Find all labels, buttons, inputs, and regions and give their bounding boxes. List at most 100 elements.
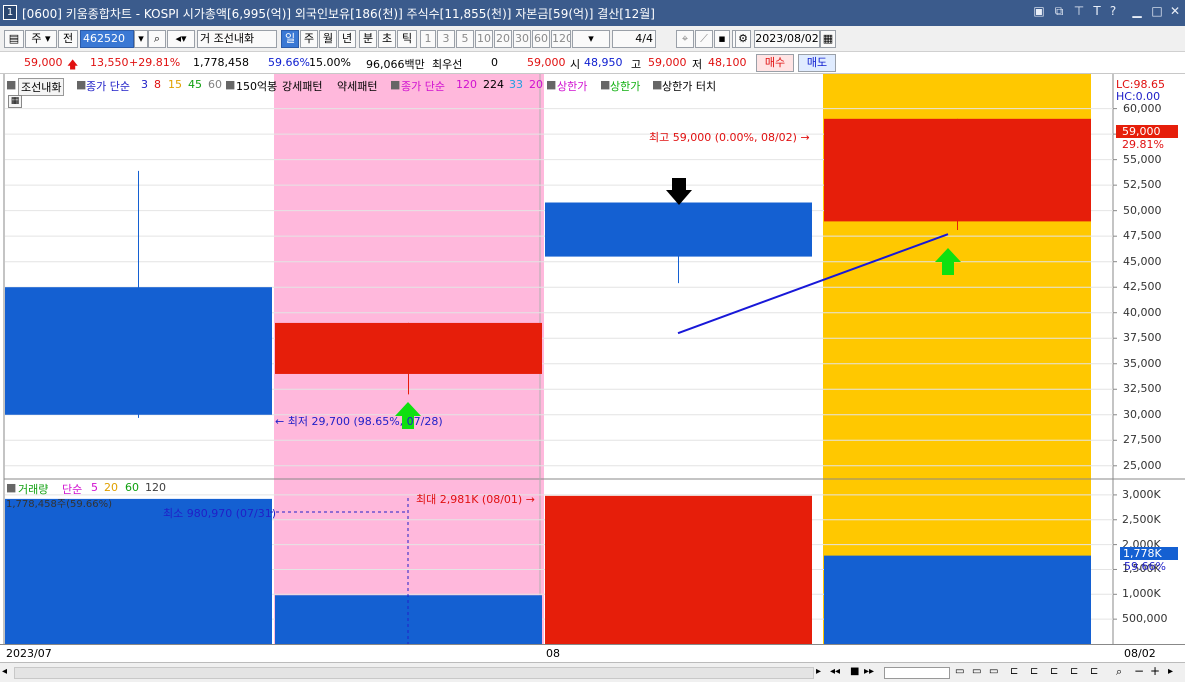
restore-icon[interactable]: □	[1150, 4, 1164, 20]
period-year[interactable]: 년	[338, 30, 356, 48]
quote-ratio2: 15.00%	[309, 56, 351, 69]
help-icon[interactable]: ?	[1106, 4, 1120, 20]
low-annotation: ← 최저 29,700 (98.65%, 07/28)	[275, 415, 443, 428]
minimize-icon[interactable]: ▁	[1130, 4, 1144, 20]
layout3-icon[interactable]: ▭	[989, 666, 998, 677]
chart-canvas[interactable]	[0, 74, 1185, 682]
horizontal-scrollbar[interactable]	[14, 667, 814, 679]
close-icon[interactable]: ✕	[1168, 4, 1182, 20]
window-icon[interactable]: ▣	[1032, 4, 1046, 20]
page-total: /4	[642, 32, 653, 45]
period-day[interactable]: 일	[281, 30, 299, 48]
sell-button[interactable]: 매도	[798, 54, 836, 72]
candle-body[interactable]	[545, 202, 812, 257]
settings-icon[interactable]: ⚙	[735, 30, 751, 48]
volume-legend: ■ 거래량 단순 5 20 60 120	[6, 481, 206, 496]
zoom-out-icon[interactable]: −	[1134, 664, 1144, 678]
legend-ma2-33: 33	[509, 78, 523, 91]
interval-120[interactable]: 120	[551, 30, 571, 48]
legend-ma2-20: 20	[529, 78, 543, 91]
stock-name: 조선내화	[213, 32, 255, 45]
period-week[interactable]: 주	[300, 30, 318, 48]
quote-current: 59,000	[527, 56, 566, 69]
high-annotation: 최고 59,000 (0.00%, 08/02) →	[649, 131, 810, 144]
volume-bar[interactable]	[824, 555, 1091, 644]
zoom-slider[interactable]	[884, 667, 950, 679]
menu-icon[interactable]: ▤	[4, 30, 24, 48]
legend-bullet-icon: ■	[6, 481, 17, 494]
type-select[interactable]: 주 ▾	[25, 30, 57, 48]
search-icon[interactable]: ⌕	[148, 30, 166, 48]
legend-stock-name[interactable]: 조선내화	[18, 78, 65, 96]
buy-button[interactable]: 매수	[756, 54, 794, 72]
price-tick-label: 50,000	[1123, 203, 1162, 217]
legend-ma2-label[interactable]: 종가 단순	[401, 78, 445, 94]
legend-bullet-icon: ■	[546, 78, 557, 91]
font-icon[interactable]: T	[1090, 4, 1104, 20]
title-bar: 1 [0600] 키움종합차트 - KOSPI 시가총액[6,995(억)] 외…	[0, 0, 1185, 26]
volume-ma-20: 20	[104, 481, 118, 494]
grid-toggle-icon[interactable]: ▦	[8, 95, 22, 108]
zoom-in-icon[interactable]: +	[1150, 664, 1160, 678]
price-tick-label: 52,500	[1123, 178, 1162, 192]
forward-icon[interactable]: ▸▸	[864, 666, 874, 677]
legend-ma-label[interactable]: 종가 단순	[86, 78, 130, 94]
period-month[interactable]: 월	[319, 30, 337, 48]
zoom-search-icon[interactable]: ⌕	[1116, 665, 1122, 679]
price-tick-label: 47,500	[1123, 229, 1162, 243]
layout1-icon[interactable]: ▭	[955, 666, 964, 677]
price-tick-label: 45,000	[1123, 254, 1162, 268]
period-second[interactable]: 초	[378, 30, 396, 48]
rewind-icon[interactable]: ◂◂	[830, 666, 840, 677]
tool3-icon[interactable]: ⊏	[1050, 666, 1058, 677]
code-dropdown-icon[interactable]: ▾	[134, 30, 148, 48]
layout2-icon[interactable]: ▭	[972, 666, 981, 677]
candle-body[interactable]	[5, 287, 272, 415]
interval-3[interactable]: 3	[437, 30, 455, 48]
volume-tick-label: 3,000K	[1122, 487, 1161, 501]
crosshair-icon[interactable]: ⌖	[676, 30, 694, 48]
layout-icon[interactable]: ⧉	[1052, 4, 1066, 20]
price-tick-label: 42,500	[1123, 280, 1162, 294]
play-icon[interactable]: ▸	[816, 666, 821, 677]
window-title: [0600] 키움종합차트 - KOSPI 시가총액[6,995(억)] 외국인…	[22, 7, 655, 21]
scroll-left-icon[interactable]: ◂	[2, 666, 14, 680]
volume-bar[interactable]	[545, 495, 812, 644]
tool4-icon[interactable]: ⊏	[1070, 666, 1078, 677]
code-input[interactable]: 462520	[80, 30, 134, 48]
tool1-icon[interactable]: ⊏	[1010, 666, 1018, 677]
stop-icon[interactable]: ■	[850, 666, 859, 677]
interval-1[interactable]: 1	[420, 30, 436, 48]
volume-tick-label: 1,000K	[1122, 587, 1161, 601]
bottom-bar: ◂ ▸ ◂◂ ■ ▸▸ ▭ ▭ ▭ ⊏ ⊏ ⊏ ⊏ ⊏ ⌕ − + ▸	[0, 662, 1185, 682]
tool2-icon[interactable]: ⊏	[1030, 666, 1038, 677]
quote-vol-ratio: 59.66%	[268, 56, 310, 69]
prev-button[interactable]: 전	[58, 30, 78, 48]
candle-body[interactable]	[824, 118, 1091, 222]
quote-bar: 59,000 🡅 13,550 +29.81% 1,778,458 59.66%…	[0, 52, 1185, 74]
save-icon[interactable]: ▪	[714, 30, 730, 48]
date-field[interactable]: 2023/08/02	[754, 30, 820, 48]
sound-icon[interactable]: ◂▾	[167, 30, 195, 48]
black-down-arrow-icon	[666, 178, 692, 205]
window-number[interactable]: 1	[3, 5, 17, 20]
calendar-icon[interactable]: ▦	[820, 30, 836, 48]
interval-20[interactable]: 20	[494, 30, 512, 48]
page-field[interactable]: 4/4	[612, 30, 656, 48]
period-minute[interactable]: 분	[359, 30, 377, 48]
draw-icon[interactable]: ⟋	[695, 30, 713, 48]
candle-body[interactable]	[275, 322, 542, 374]
scroll-right-icon[interactable]: ▸	[1168, 666, 1173, 677]
interval-60[interactable]: 60	[532, 30, 550, 48]
interval-5[interactable]: 5	[456, 30, 474, 48]
quote-open-label: 시	[570, 58, 581, 71]
stock-name-field[interactable]: 거 조선내화	[197, 30, 277, 48]
pin-icon[interactable]: ⊤	[1072, 4, 1086, 20]
quote-price: 59,000	[24, 56, 63, 69]
interval-30[interactable]: 30	[513, 30, 531, 48]
period-tick[interactable]: 틱	[397, 30, 417, 48]
legend-ma-45: 45	[188, 78, 202, 91]
tool5-icon[interactable]: ⊏	[1090, 666, 1098, 677]
interval-dropdown[interactable]: ▾	[572, 30, 610, 48]
interval-10[interactable]: 10	[475, 30, 493, 48]
